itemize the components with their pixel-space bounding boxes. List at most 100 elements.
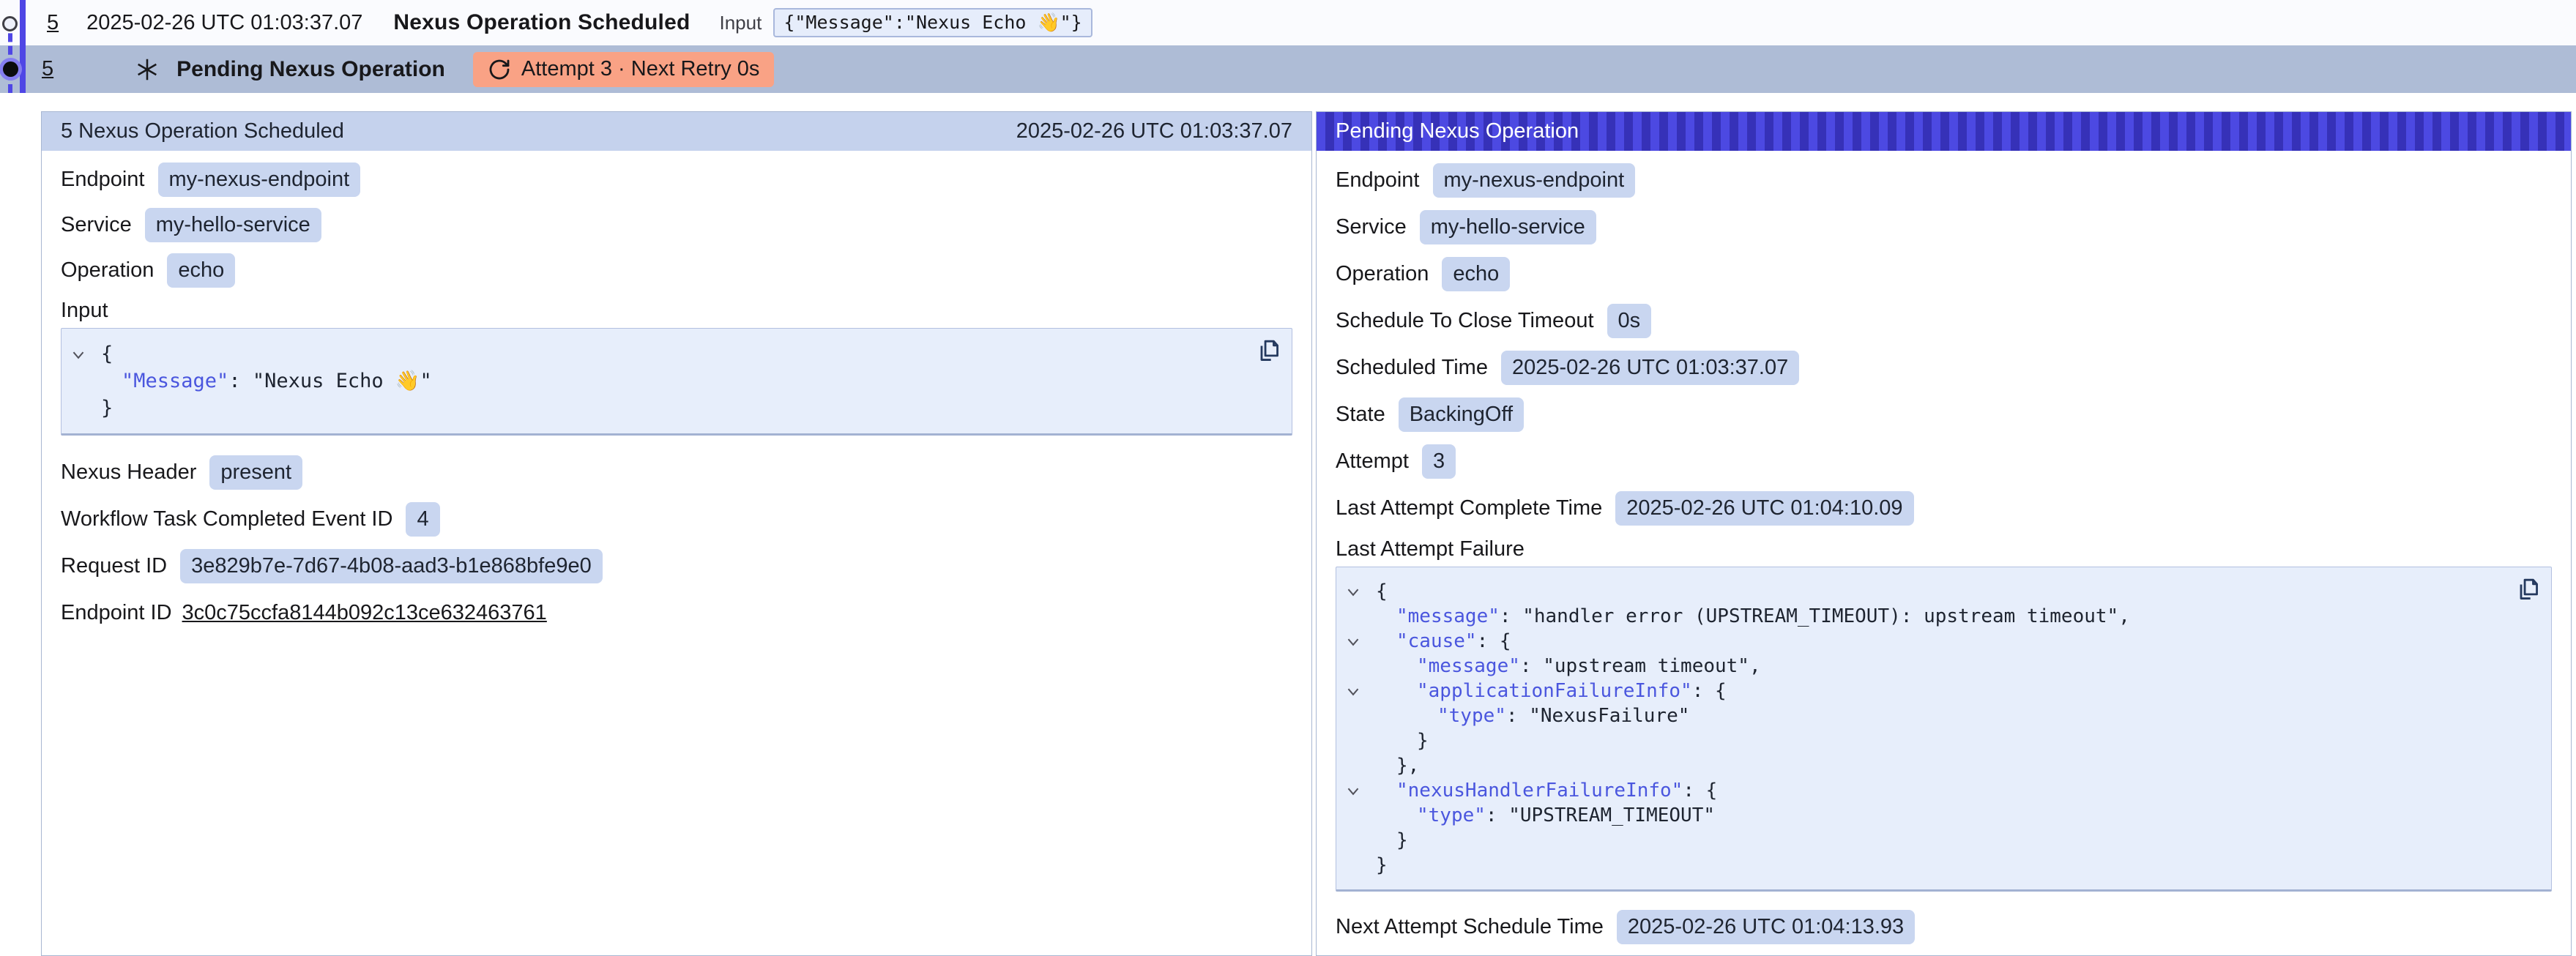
field-scheduled-time: Scheduled Time 2025-02-26 UTC 01:03:37.07 xyxy=(1336,344,2552,391)
event-detail-panels: 5 Nexus Operation Scheduled 2025-02-26 U… xyxy=(41,111,2572,956)
event-row-pending[interactable]: 5 Pending Nexus Operation Attempt 3 · Ne… xyxy=(0,45,2576,93)
collapse-chevron-icon[interactable] xyxy=(1347,629,1376,654)
code-gutter xyxy=(1347,728,1376,753)
pending-panel-title: Pending Nexus Operation xyxy=(1336,119,1579,143)
field-value-badge: 3e829b7e-7d67-4b08-aad3-b1e868bfe9e0 xyxy=(180,549,603,583)
code-line-text: "type": "UPSTREAM_TIMEOUT" xyxy=(1376,803,1715,828)
field-operation: Operation echo xyxy=(1336,250,2552,297)
field-value-badge: echo xyxy=(1442,257,1510,291)
retry-status-badge: Attempt 3 · Next Retry 0s xyxy=(473,52,775,87)
field-service: Servicemy-hello-service xyxy=(1336,203,2552,250)
event-input-chip[interactable]: {"Message":"Nexus Echo 👋"} xyxy=(773,8,1092,37)
code-line: "message": "handler error (UPSTREAM_TIME… xyxy=(1347,604,2500,629)
code-line: "message": "upstream timeout", xyxy=(1347,654,2500,679)
field-label: Operation xyxy=(1336,262,1429,286)
code-gutter xyxy=(1347,753,1376,778)
code-gutter xyxy=(72,395,101,422)
event-id-link[interactable]: 5 xyxy=(42,57,53,81)
code-gutter xyxy=(1347,828,1376,853)
pending-panel-header: Pending Nexus Operation xyxy=(1317,112,2571,151)
field-value-badge: my-nexus-endpoint xyxy=(1433,163,1636,198)
pending-event-title: Pending Nexus Operation xyxy=(176,57,445,82)
copy-button[interactable] xyxy=(1257,339,1280,363)
code-line: "cause": { xyxy=(1347,629,2500,654)
code-line-text: { xyxy=(101,340,113,367)
field-workflow-task-completed-event-id: Workflow Task Completed Event ID4 xyxy=(61,496,1292,542)
code-line-text: } xyxy=(1376,853,1388,878)
code-line-text: "message": "upstream timeout", xyxy=(1376,654,1761,679)
field-value-link[interactable]: 3c0c75ccfa8144b092c13ce632463761 xyxy=(182,601,547,625)
field-label: Operation xyxy=(61,258,154,283)
code-line-text: "Message": "Nexus Echo 👋" xyxy=(101,367,432,395)
field-state: StateBackingOff xyxy=(1336,391,2552,438)
field-label: Endpoint xyxy=(1336,168,1420,193)
code-line: { xyxy=(72,340,1240,367)
code-line: "Message": "Nexus Echo 👋" xyxy=(72,367,1240,395)
field-value-badge: 3 xyxy=(1422,444,1456,479)
collapse-chevron-icon[interactable] xyxy=(1347,778,1376,803)
scheduled-panel-timestamp: 2025-02-26 UTC 01:03:37.07 xyxy=(1016,119,1292,143)
field-value-badge: 2025-02-26 UTC 01:04:10.09 xyxy=(1615,491,1913,526)
collapse-chevron-icon[interactable] xyxy=(1347,579,1376,604)
event-timestamp: 2025-02-26 UTC 01:03:37.07 xyxy=(86,11,362,35)
next-attempt-field: Next Attempt Schedule Time 2025-02-26 UTC… xyxy=(1336,903,2552,950)
field-schedule-to-close-timeout: Schedule To Close Timeout0s xyxy=(1336,297,2552,344)
code-line: } xyxy=(1347,828,2500,853)
copy-button[interactable] xyxy=(2517,578,2539,602)
field-label: Last Attempt Complete Time xyxy=(1336,496,1602,520)
timeline-current-node-icon xyxy=(3,61,18,77)
field-value-badge: 0s xyxy=(1607,304,1652,338)
code-line: }, xyxy=(1347,753,2500,778)
field-value-badge: echo xyxy=(167,253,235,288)
pending-fields: Endpoint my-nexus-endpoint Servicemy-hello… xyxy=(1336,157,2552,531)
field-value-badge: my-nexus-endpoint xyxy=(158,163,361,197)
pending-detail-panel: Pending Nexus Operation Endpoint my-nexus… xyxy=(1316,111,2572,956)
event-row-scheduled[interactable]: 5 2025-02-26 UTC 01:03:37.07 Nexus Opera… xyxy=(0,0,2576,45)
collapse-chevron-icon[interactable] xyxy=(72,340,101,367)
field-label: Nexus Header xyxy=(61,460,196,485)
field-endpoint-id: Endpoint ID 3c0c75ccfa8144b092c13ce632463… xyxy=(61,589,1292,636)
field-value-badge: my-hello-service xyxy=(1420,210,1596,244)
code-line: } xyxy=(1347,728,2500,753)
code-line-text: "type": "NexusFailure" xyxy=(1376,703,1689,728)
field-label: State xyxy=(1336,403,1385,427)
field-next-attempt-schedule-time: Next Attempt Schedule Time 2025-02-26 UTC… xyxy=(1336,903,2552,950)
field-label: Endpoint ID xyxy=(61,601,172,625)
field-label: Request ID xyxy=(61,554,167,578)
code-gutter xyxy=(1347,604,1376,629)
code-line: } xyxy=(1347,853,2500,878)
code-line-text: "nexusHandlerFailureInfo": { xyxy=(1376,778,1717,803)
scheduled-fields: Endpointmy-nexus-endpointServicemy-hello… xyxy=(61,157,1292,293)
code-line-text: { xyxy=(1376,579,1388,604)
code-line-text: "cause": { xyxy=(1376,629,1511,654)
field-endpoint: Endpointmy-nexus-endpoint xyxy=(61,157,1292,202)
input-section-label: Input xyxy=(61,293,1292,328)
code-line: "type": "UPSTREAM_TIMEOUT" xyxy=(1347,803,2500,828)
field-label: Next Attempt Schedule Time xyxy=(1336,915,1604,939)
scheduled-panel-header: 5 Nexus Operation Scheduled 2025-02-26 U… xyxy=(42,112,1311,151)
field-value-badge: 2025-02-26 UTC 01:04:13.93 xyxy=(1617,910,1915,944)
code-line: "applicationFailureInfo": { xyxy=(1347,679,2500,703)
copy-icon xyxy=(2517,578,2539,602)
code-gutter xyxy=(1347,853,1376,878)
timeline-event-node-icon xyxy=(2,16,18,31)
field-label: Attempt xyxy=(1336,449,1409,474)
field-value-badge: 2025-02-26 UTC 01:03:37.07 xyxy=(1501,351,1799,385)
collapse-chevron-icon[interactable] xyxy=(1347,679,1376,703)
field-last-attempt-complete-time: Last Attempt Complete Time 2025-02-26 UTC… xyxy=(1336,485,2552,531)
input-json-block: {"Message": "Nexus Echo 👋"} xyxy=(61,328,1292,436)
code-gutter xyxy=(1347,703,1376,728)
retry-icon xyxy=(488,58,511,81)
code-line-text: }, xyxy=(1376,753,1419,778)
field-label: Service xyxy=(61,213,132,237)
pending-asterisk-icon xyxy=(134,56,160,83)
event-input-label: Input xyxy=(720,12,762,34)
timeline-active-bar xyxy=(20,0,26,93)
field-service: Servicemy-hello-service xyxy=(61,202,1292,247)
code-line-text: } xyxy=(1376,828,1408,853)
event-id-link[interactable]: 5 xyxy=(47,11,59,35)
field-label: Scheduled Time xyxy=(1336,356,1488,380)
field-nexus-header: Nexus Headerpresent xyxy=(61,449,1292,496)
code-gutter xyxy=(1347,654,1376,679)
code-line-text: "message": "handler error (UPSTREAM_TIME… xyxy=(1376,604,2130,629)
